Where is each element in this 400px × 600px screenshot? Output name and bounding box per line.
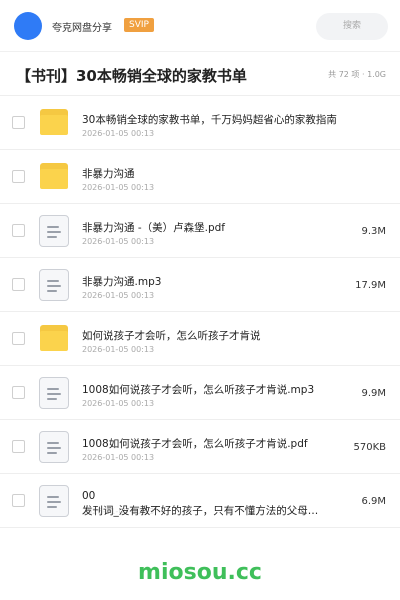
- select-checkbox[interactable]: [12, 278, 25, 291]
- select-checkbox[interactable]: [12, 386, 25, 399]
- file-size: 17.9M: [355, 280, 386, 291]
- file-date: 2026-01-05 00:13: [82, 129, 155, 138]
- select-checkbox[interactable]: [12, 440, 25, 453]
- folder-icon: [38, 323, 70, 355]
- select-checkbox[interactable]: [12, 170, 25, 183]
- file-size: 570KB: [353, 442, 386, 453]
- file-size: 9.9M: [361, 388, 386, 399]
- file-name: 非暴力沟通: [82, 168, 135, 180]
- file-name: 非暴力沟通.mp3: [82, 276, 162, 288]
- folder-meta: 共 72 项 · 1.0G: [328, 70, 386, 79]
- folder-icon: [38, 161, 70, 193]
- file-row[interactable]: 1008如何说孩子才会听，怎么听孩子才肯说.pdf 2026-01-05 00:1…: [0, 420, 400, 474]
- file-name: 1008如何说孩子才会听，怎么听孩子才肯说.mp3: [82, 384, 315, 396]
- select-checkbox[interactable]: [12, 332, 25, 345]
- file-subtitle: 发刊词_没有教不好的孩子，只有不懂方法的父母…: [82, 503, 352, 518]
- file-row[interactable]: 非暴力沟通 -（美）卢森堡.pdf 2026-01-05 00:13 9.3M: [0, 204, 400, 258]
- file-row[interactable]: 如何说孩子才会听，怎么听孩子才肯说 2026-01-05 00:13: [0, 312, 400, 366]
- document-icon: [38, 215, 70, 247]
- file-row[interactable]: 非暴力沟通 2026-01-05 00:13: [0, 150, 400, 204]
- file-name: 30本畅销全球的家教书单，千万妈妈超省心的家教指南: [82, 114, 337, 126]
- top-bar: 夸克网盘分享 SVIP 搜索: [0, 0, 400, 52]
- file-name: 非暴力沟通 -（美）卢森堡.pdf: [82, 222, 225, 234]
- file-date: 2026-01-05 00:13: [82, 237, 155, 246]
- file-size: 9.3M: [361, 226, 386, 237]
- document-icon: [38, 269, 70, 301]
- file-size: 6.9M: [361, 496, 386, 507]
- file-row[interactable]: 30本畅销全球的家教书单，千万妈妈超省心的家教指南 2026-01-05 00:1…: [0, 96, 400, 150]
- select-checkbox[interactable]: [12, 116, 25, 129]
- search-input[interactable]: 搜索: [316, 13, 388, 40]
- file-date: 2026-01-05 00:13: [82, 183, 155, 192]
- file-date: 2026-01-05 00:13: [82, 345, 155, 354]
- select-checkbox[interactable]: [12, 494, 25, 507]
- file-name: 1008如何说孩子才会听，怎么听孩子才肯说.pdf: [82, 438, 308, 450]
- file-name: 如何说孩子才会听，怎么听孩子才肯说: [82, 330, 261, 342]
- document-icon: [38, 485, 70, 517]
- file-row[interactable]: 002026-01-05 00:136.9M发刊词_没有教不好的孩子，只有不懂方…: [0, 474, 400, 528]
- file-list: 30本畅销全球的家教书单，千万妈妈超省心的家教指南 2026-01-05 00:1…: [0, 96, 400, 528]
- file-date: 2026-01-05 00:13: [82, 399, 155, 408]
- file-row[interactable]: 非暴力沟通.mp3 2026-01-05 00:13 17.9M: [0, 258, 400, 312]
- select-checkbox[interactable]: [12, 224, 25, 237]
- title-row: 【书刊】30本畅销全球的家教书单 共 72 项 · 1.0G: [0, 52, 400, 96]
- avatar[interactable]: [14, 12, 42, 40]
- svip-badge: SVIP: [124, 18, 154, 32]
- file-name: 00: [82, 490, 96, 502]
- file-row[interactable]: 1008如何说孩子才会听，怎么听孩子才肯说.mp3 2026-01-05 00:1…: [0, 366, 400, 420]
- file-date: 2026-01-05 00:13: [82, 453, 155, 462]
- page-title: 【书刊】30本畅销全球的家教书单: [16, 67, 247, 85]
- document-icon: [38, 431, 70, 463]
- watermark: miosou.cc: [138, 560, 262, 585]
- file-date: 2026-01-05 00:13: [82, 291, 155, 300]
- username[interactable]: 夸克网盘分享: [52, 19, 112, 34]
- document-icon: [38, 377, 70, 409]
- folder-icon: [38, 107, 70, 139]
